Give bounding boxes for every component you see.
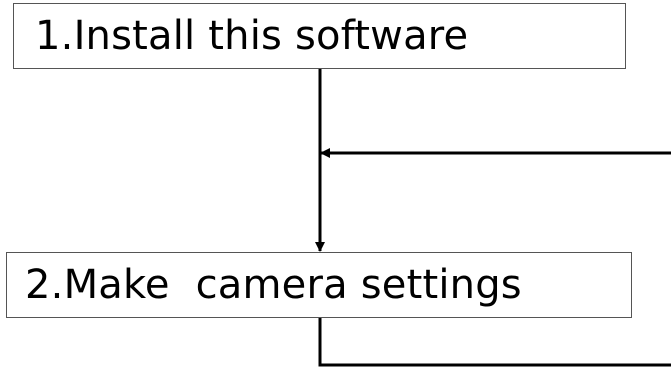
flowchart: 1.Install this software 2.Make camera se…	[0, 0, 671, 368]
step-camera-settings-box: 2.Make camera settings	[6, 252, 632, 318]
step-install-software-label: 1.Install this software	[35, 13, 469, 59]
loop-out-line	[318, 318, 671, 367]
step-camera-settings-label: 2.Make camera settings	[25, 262, 522, 308]
step-install-software-box: 1.Install this software	[13, 3, 626, 69]
